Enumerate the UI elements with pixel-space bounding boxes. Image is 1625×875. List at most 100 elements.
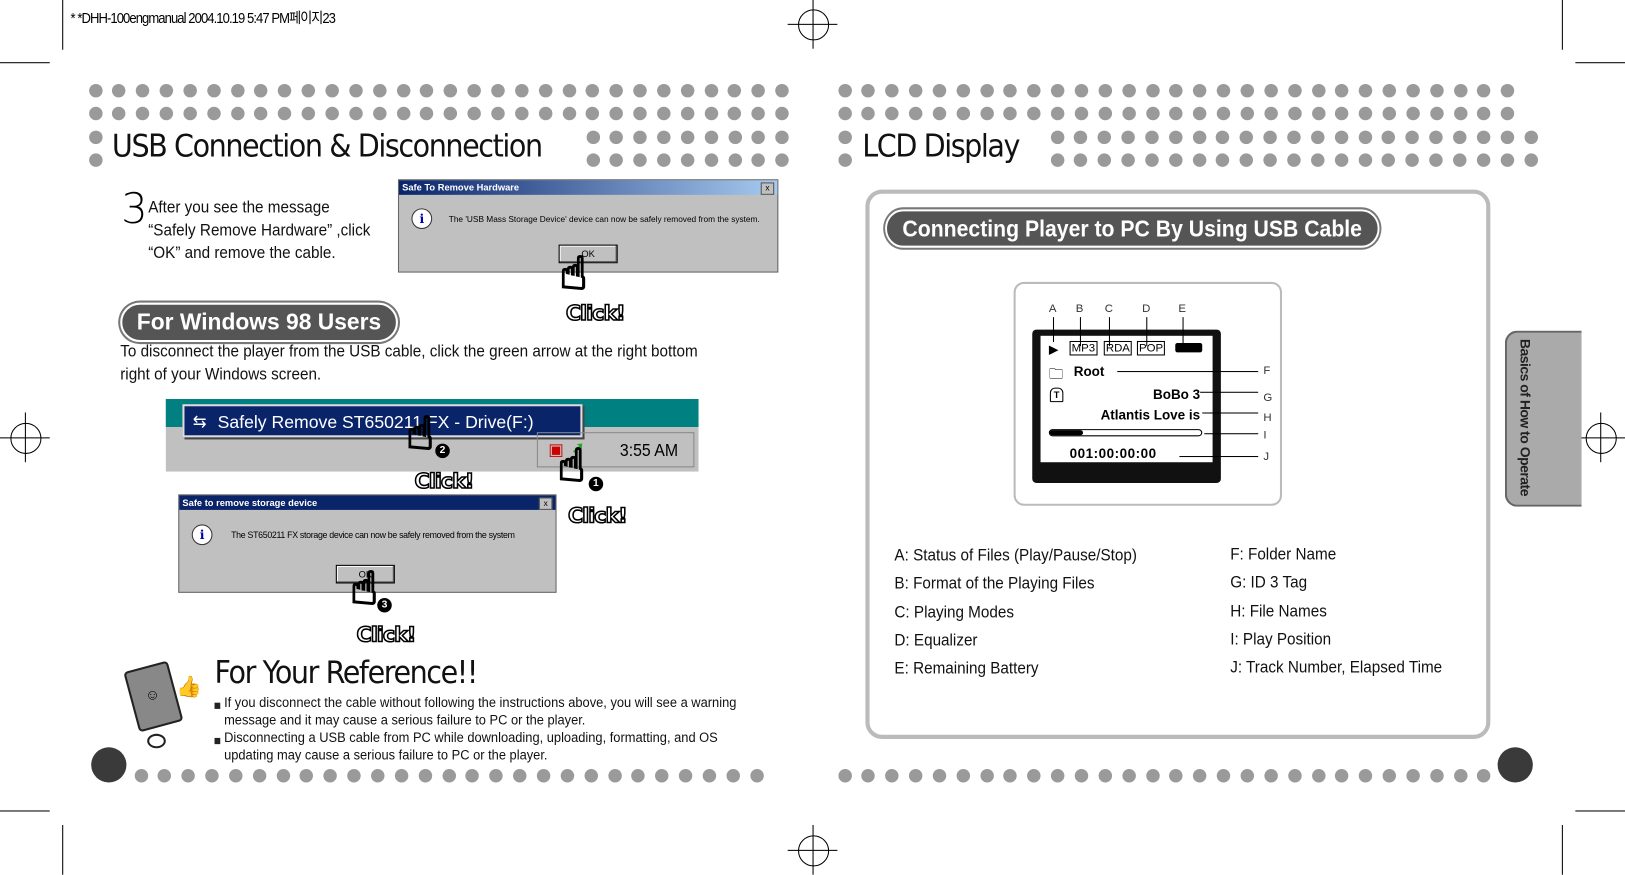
dot bbox=[1500, 130, 1514, 144]
dot bbox=[1193, 768, 1207, 782]
lcd-callout-label: F bbox=[1263, 364, 1271, 378]
dot bbox=[1074, 130, 1088, 144]
dot bbox=[230, 106, 245, 120]
dot bbox=[135, 106, 150, 120]
page-corner-dot bbox=[1497, 747, 1533, 783]
step-badge: 2 bbox=[435, 443, 450, 459]
dot bbox=[751, 152, 766, 167]
dot bbox=[751, 83, 766, 97]
dot bbox=[1264, 768, 1278, 782]
dot bbox=[301, 83, 316, 97]
dot bbox=[1098, 106, 1112, 120]
dot bbox=[562, 106, 576, 120]
dot bbox=[1381, 152, 1396, 167]
close-button[interactable]: x bbox=[538, 497, 553, 510]
dot bbox=[1240, 83, 1254, 97]
dot bbox=[1098, 768, 1112, 782]
dot bbox=[88, 152, 103, 167]
legend-item: B: Format of the Playing Files bbox=[894, 575, 1095, 594]
click-label: Click! bbox=[565, 300, 626, 326]
legend-item: F: Folder Name bbox=[1230, 546, 1337, 564]
callout-line bbox=[1202, 412, 1259, 414]
legend-item: C: Playing Modes bbox=[894, 603, 1014, 622]
tag-icon: T bbox=[1049, 387, 1064, 403]
dot bbox=[1074, 768, 1089, 782]
reference-item: If you disconnect the cable without foll… bbox=[214, 693, 749, 728]
dot bbox=[301, 106, 316, 120]
dot bbox=[775, 106, 789, 120]
mascot-illustration: ☺ 👍 bbox=[122, 660, 205, 754]
dot bbox=[349, 106, 363, 120]
dot bbox=[656, 106, 671, 120]
dot bbox=[704, 83, 718, 97]
dot bbox=[1287, 768, 1302, 782]
dot bbox=[183, 83, 197, 97]
dot bbox=[775, 130, 790, 144]
dot bbox=[1358, 130, 1372, 144]
dot bbox=[1476, 130, 1491, 144]
dot bbox=[467, 106, 481, 120]
dot bbox=[1476, 152, 1491, 167]
legend-item: D: Equalizer bbox=[894, 632, 978, 650]
dot bbox=[1145, 130, 1159, 144]
dot bbox=[1216, 130, 1230, 144]
step-text: “OK” and remove the cable. bbox=[148, 244, 336, 263]
dot bbox=[1477, 768, 1491, 782]
dot bbox=[538, 83, 553, 97]
reference-item: Disconnecting a USB cable from PC while … bbox=[214, 729, 749, 764]
dot bbox=[1310, 130, 1325, 144]
callout-line bbox=[1182, 317, 1184, 347]
dot bbox=[1311, 83, 1326, 97]
legend-item: A: Status of Files (Play/Pause/Stop) bbox=[894, 547, 1137, 565]
side-tab[interactable]: Basics of How to Operate bbox=[1504, 330, 1582, 507]
dot bbox=[1500, 152, 1514, 167]
dot bbox=[228, 768, 243, 782]
close-button[interactable]: x bbox=[760, 182, 775, 195]
dot bbox=[908, 768, 923, 782]
dot bbox=[347, 768, 361, 782]
dot bbox=[1501, 106, 1515, 120]
lcd-callout-label: H bbox=[1263, 411, 1272, 424]
dot bbox=[980, 83, 994, 97]
dialog-title: Safe To Remove Hardware bbox=[399, 180, 778, 195]
dot bbox=[1429, 152, 1443, 167]
dot bbox=[908, 83, 923, 97]
dot bbox=[1405, 130, 1420, 144]
dot bbox=[1310, 152, 1325, 167]
dot bbox=[465, 768, 480, 782]
dot bbox=[1239, 130, 1254, 144]
page-corner-dot bbox=[91, 747, 127, 783]
dot bbox=[1452, 130, 1467, 144]
dot bbox=[657, 152, 671, 167]
step-badge: 3 bbox=[377, 598, 392, 613]
dot bbox=[1358, 106, 1373, 120]
dot bbox=[1097, 152, 1112, 167]
dot bbox=[181, 768, 196, 782]
dot bbox=[1311, 106, 1326, 120]
side-tab-label: Basics of How to Operate bbox=[1517, 338, 1533, 496]
dot bbox=[775, 152, 790, 167]
file-name: Atlantis Love is bbox=[1100, 407, 1201, 423]
dot bbox=[394, 768, 409, 782]
callout-line bbox=[1146, 317, 1148, 347]
step-badge: 1 bbox=[588, 476, 604, 492]
dot bbox=[1074, 83, 1089, 97]
dot bbox=[1003, 83, 1018, 97]
dot bbox=[134, 768, 148, 782]
dot bbox=[538, 106, 553, 120]
dot bbox=[536, 768, 551, 782]
dot bbox=[443, 83, 458, 97]
dot bbox=[1263, 130, 1277, 144]
dot bbox=[1477, 106, 1491, 120]
dot bbox=[88, 106, 103, 120]
dot bbox=[584, 768, 598, 782]
dot bbox=[1429, 130, 1443, 144]
dot bbox=[112, 83, 126, 97]
dot bbox=[1264, 106, 1278, 120]
dot bbox=[1382, 768, 1397, 782]
safely-remove-menu-item[interactable]: ⇆ Safely Remove ST650211 FX - Drive(F:) bbox=[182, 404, 583, 438]
dot bbox=[159, 106, 174, 120]
callout-line bbox=[1200, 391, 1259, 393]
legend-item: H: File Names bbox=[1230, 602, 1327, 621]
dot bbox=[680, 83, 695, 97]
